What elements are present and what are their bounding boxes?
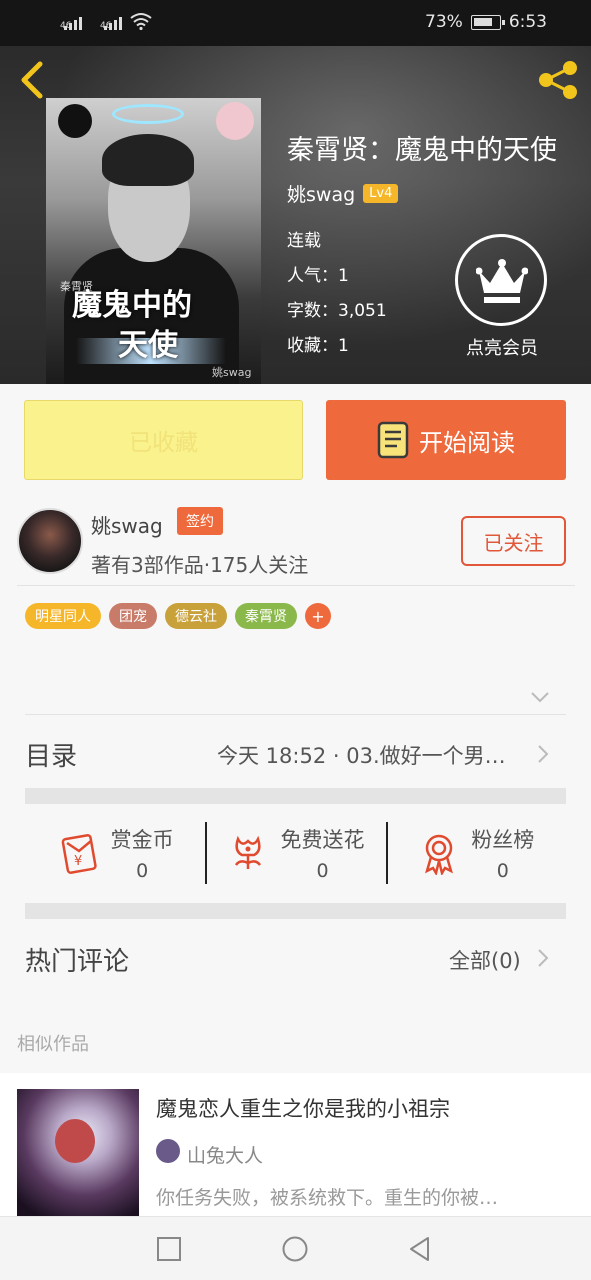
start-reading-label: 开始阅读 (419, 428, 515, 457)
section-separator (25, 903, 566, 919)
tag-item[interactable]: 团宠 (109, 603, 157, 629)
followed-button[interactable]: 已关注 (461, 516, 566, 566)
tag-list: 明星同人 团宠 德云社 秦霄贤 + (25, 603, 331, 629)
toc-latest-chapter[interactable]: 今天 18:52 · 03.做好一个男… (217, 740, 527, 770)
recent-apps-icon[interactable] (155, 1235, 183, 1263)
similar-author-avatar (156, 1139, 180, 1163)
battery-icon (470, 14, 505, 30)
similar-work-card[interactable]: 魔鬼恋人重生之你是我的小祖宗 山兔大人 你任务失败，被系统救下。重生的你被… (0, 1073, 591, 1221)
tag-item[interactable]: 明星同人 (25, 603, 101, 629)
network-type-label-2: 46 (100, 21, 112, 31)
support-actions: ¥ 赏金币 0 免费送花 0 粉丝榜 0 (25, 820, 566, 886)
book-favorites: 收藏：1 (287, 336, 349, 356)
wifi-icon (130, 13, 152, 30)
clock: 6:53 (508, 12, 547, 32)
chevron-right-icon[interactable] (536, 947, 550, 969)
favorited-button[interactable]: 已收藏 (24, 400, 303, 480)
crown-icon (476, 259, 528, 303)
book-stats: 连载 人气：1 字数：3,051 收藏：1 (287, 224, 387, 364)
toc-label[interactable]: 目录 (25, 736, 77, 773)
book-title: 秦霄贤：魔鬼中的天使 (287, 135, 557, 166)
similar-work-cover[interactable] (17, 1089, 139, 1221)
book-author[interactable]: 姚swag (287, 180, 355, 207)
book-status: 连载 (287, 231, 321, 251)
network-type-label: 46 (60, 21, 72, 31)
similar-work-desc: 你任务失败，被系统救下。重生的你被… (156, 1187, 499, 1209)
home-icon[interactable] (281, 1235, 309, 1263)
send-flower-button[interactable]: 免费送花 0 (205, 820, 385, 886)
cell-signal-icon: 46 (50, 17, 82, 31)
flower-icon (235, 835, 262, 869)
book-word-count: 字数：3,051 (287, 301, 387, 321)
reward-coins-button[interactable]: ¥ 赏金币 0 (25, 820, 205, 886)
similar-work-author[interactable]: 山兔大人 (187, 1141, 263, 1168)
svg-text:¥: ¥ (74, 854, 82, 869)
vip-label[interactable]: 点亮会员 (446, 334, 558, 360)
divider (17, 585, 575, 586)
chevron-right-icon[interactable] (536, 743, 550, 765)
medal-icon (425, 834, 454, 875)
book-popularity: 人气：1 (287, 266, 349, 286)
back-arrow-icon[interactable] (16, 60, 46, 100)
cover-title: 魔鬼中的 天使 (72, 288, 192, 363)
similar-works-heading: 相似作品 (17, 1034, 89, 1055)
cover-signature: 姚swag (212, 366, 252, 379)
share-icon[interactable] (536, 58, 580, 102)
back-icon[interactable] (406, 1235, 434, 1263)
fan-ranking-button[interactable]: 粉丝榜 0 (385, 820, 566, 886)
system-nav-bar (0, 1216, 591, 1280)
tag-item[interactable]: 德云社 (165, 603, 227, 629)
author-meta: 著有3部作品·175人关注 (91, 553, 309, 577)
status-bar: 46 46 73% 6:53 (0, 0, 591, 46)
start-reading-button[interactable]: 开始阅读 (326, 400, 566, 480)
add-tag-button[interactable]: + (305, 603, 331, 629)
all-comments-link[interactable]: 全部(0) (449, 945, 521, 975)
send-flower-label: 免费送花 (280, 828, 365, 852)
fan-ranking-count: 0 (496, 860, 509, 882)
tag-item[interactable]: 秦霄贤 (235, 603, 297, 629)
send-flower-count: 0 (316, 860, 329, 882)
hot-comments-title: 热门评论 (25, 947, 130, 977)
level-badge: Lv4 (363, 184, 399, 203)
reward-coins-count: 0 (136, 860, 149, 882)
author-name[interactable]: 姚swag (91, 510, 163, 539)
fan-ranking-label: 粉丝榜 (471, 828, 535, 852)
similar-work-title[interactable]: 魔鬼恋人重生之你是我的小祖宗 (156, 1093, 450, 1123)
vip-crown-button[interactable] (455, 234, 547, 326)
battery-percent: 73% (425, 12, 463, 32)
book-header: 秦霄贤 魔鬼中的 天使 姚swag 秦霄贤：魔鬼中的天使 姚swag Lv4 连… (0, 46, 591, 384)
signed-badge: 签约 (177, 507, 223, 535)
red-envelope-icon: ¥ (61, 834, 97, 874)
reward-coins-label: 赏金币 (110, 828, 174, 852)
author-avatar[interactable] (17, 508, 83, 574)
book-cover[interactable]: 秦霄贤 魔鬼中的 天使 姚swag (46, 98, 261, 384)
divider (25, 714, 566, 715)
section-separator (25, 788, 566, 804)
book-icon (377, 421, 409, 459)
chevron-down-icon[interactable] (530, 690, 550, 704)
cell-signal-icon-2: 46 (90, 17, 122, 31)
